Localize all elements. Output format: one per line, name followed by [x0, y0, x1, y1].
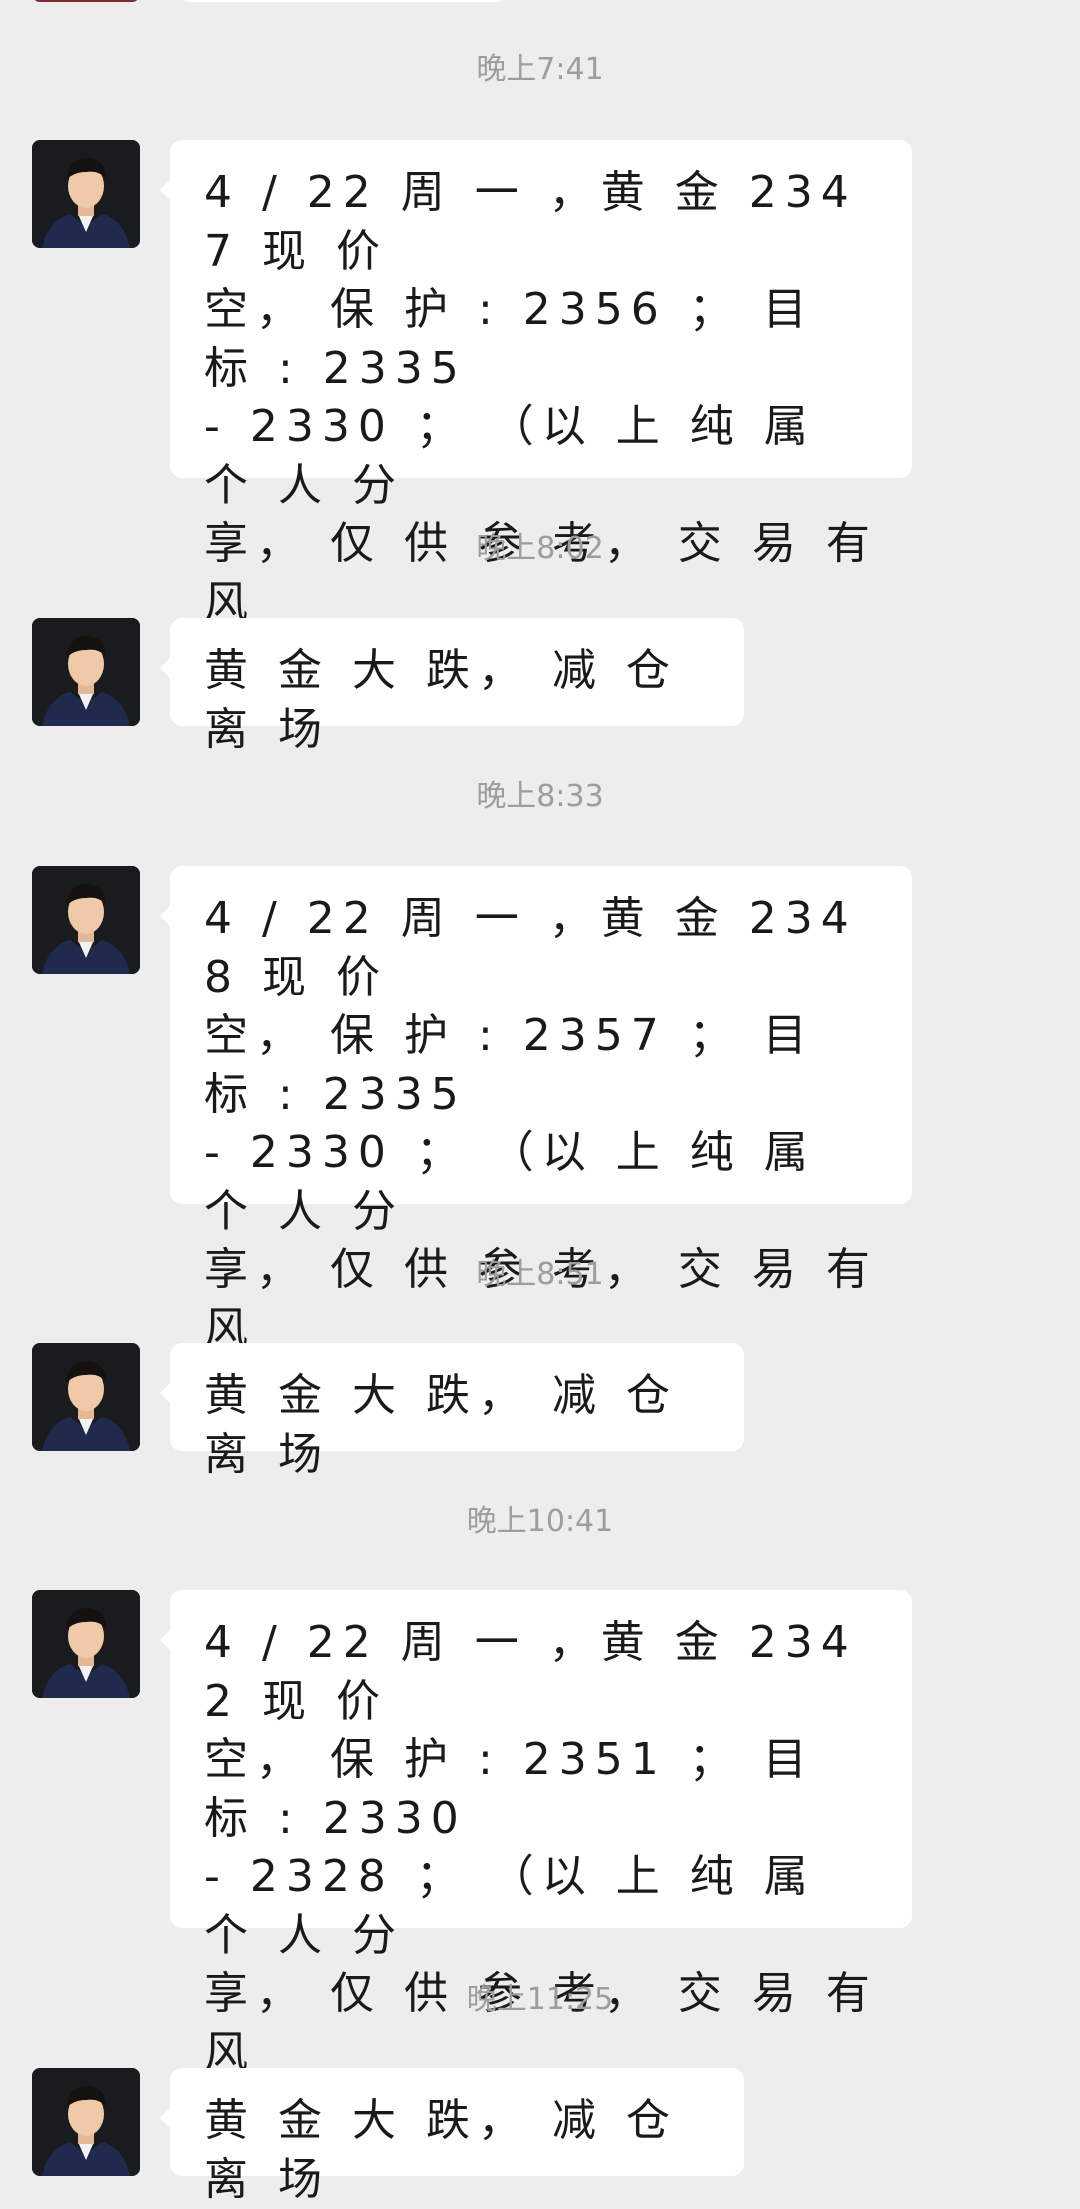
chat-message-list[interactable]: 晚上7:41 4 / 22 周 一 ，黄 金 2347 现 价 空， 保 护 :… [0, 0, 1080, 2205]
message-text: 黄 金 大 跌， 减 仓 离 场 [204, 1370, 678, 1480]
message-timestamp: 晚上10:41 [466, 1504, 614, 1539]
message-timestamp: 晚上8:51 [476, 1257, 604, 1292]
bubble-tail [160, 1383, 170, 1403]
message-timestamp: 晚上8:02 [476, 531, 604, 566]
avatar[interactable] [32, 1343, 140, 1451]
message-text: 黄 金 大 跌， 减 仓 离 场 [204, 2095, 678, 2205]
avatar[interactable] [32, 140, 140, 248]
avatar[interactable] [32, 2068, 140, 2176]
message-bubble[interactable]: 黄 金 大 跌， 减 仓 离 场 [160, 2068, 744, 2205]
avatar[interactable] [32, 1590, 140, 1698]
bubble-tail [160, 658, 170, 678]
message-bubble[interactable]: 黄 金 大 跌， 减 仓 离 场 [160, 1343, 744, 1480]
avatar-portrait-icon [32, 2068, 140, 2176]
message-bubble[interactable]: 4 / 22 周 一 ，黄 金 2348 现 价 空， 保 护 : 2357 ；… [160, 866, 912, 1412]
avatar[interactable] [32, 618, 140, 726]
bubble-tail [160, 906, 170, 926]
avatar-portrait-icon [32, 866, 140, 974]
message-text: 黄 金 大 跌， 减 仓 离 场 [204, 645, 678, 755]
avatar[interactable] [32, 0, 140, 2]
message-timestamp: 晚上8:33 [476, 779, 604, 814]
message-bubble[interactable]: 4 / 22 周 一 ，黄 金 2347 现 价 空， 保 护 : 2356 ；… [160, 140, 912, 686]
message-timestamp: 晚上7:41 [476, 52, 604, 87]
bubble-tail [160, 180, 170, 200]
message-bubble[interactable]: 4 / 22 周 一 ，黄 金 2342 现 价 空， 保 护 : 2351 ；… [160, 1590, 912, 2136]
message-text: 4 / 22 周 一 ，黄 金 2347 现 价 空， 保 护 : 2356 ；… [204, 167, 878, 686]
message-bubble[interactable]: 黄 金 大 跌， 减 仓 离 场 [160, 618, 744, 755]
message-timestamp: 晚上11:25 [466, 1982, 614, 2017]
message-text: 4 / 22 周 一 ，黄 金 2342 现 价 空， 保 护 : 2351 ；… [204, 1617, 878, 2136]
avatar-portrait-icon [32, 618, 140, 726]
message-bubble[interactable] [178, 0, 508, 2]
avatar-portrait-icon [32, 140, 140, 248]
avatar-portrait-icon [32, 1343, 140, 1451]
bubble-tail [160, 2108, 170, 2128]
avatar-portrait-icon [32, 1590, 140, 1698]
bubble-tail [160, 1630, 170, 1650]
avatar[interactable] [32, 866, 140, 974]
message-text: 4 / 22 周 一 ，黄 金 2348 现 价 空， 保 护 : 2357 ；… [204, 893, 878, 1412]
